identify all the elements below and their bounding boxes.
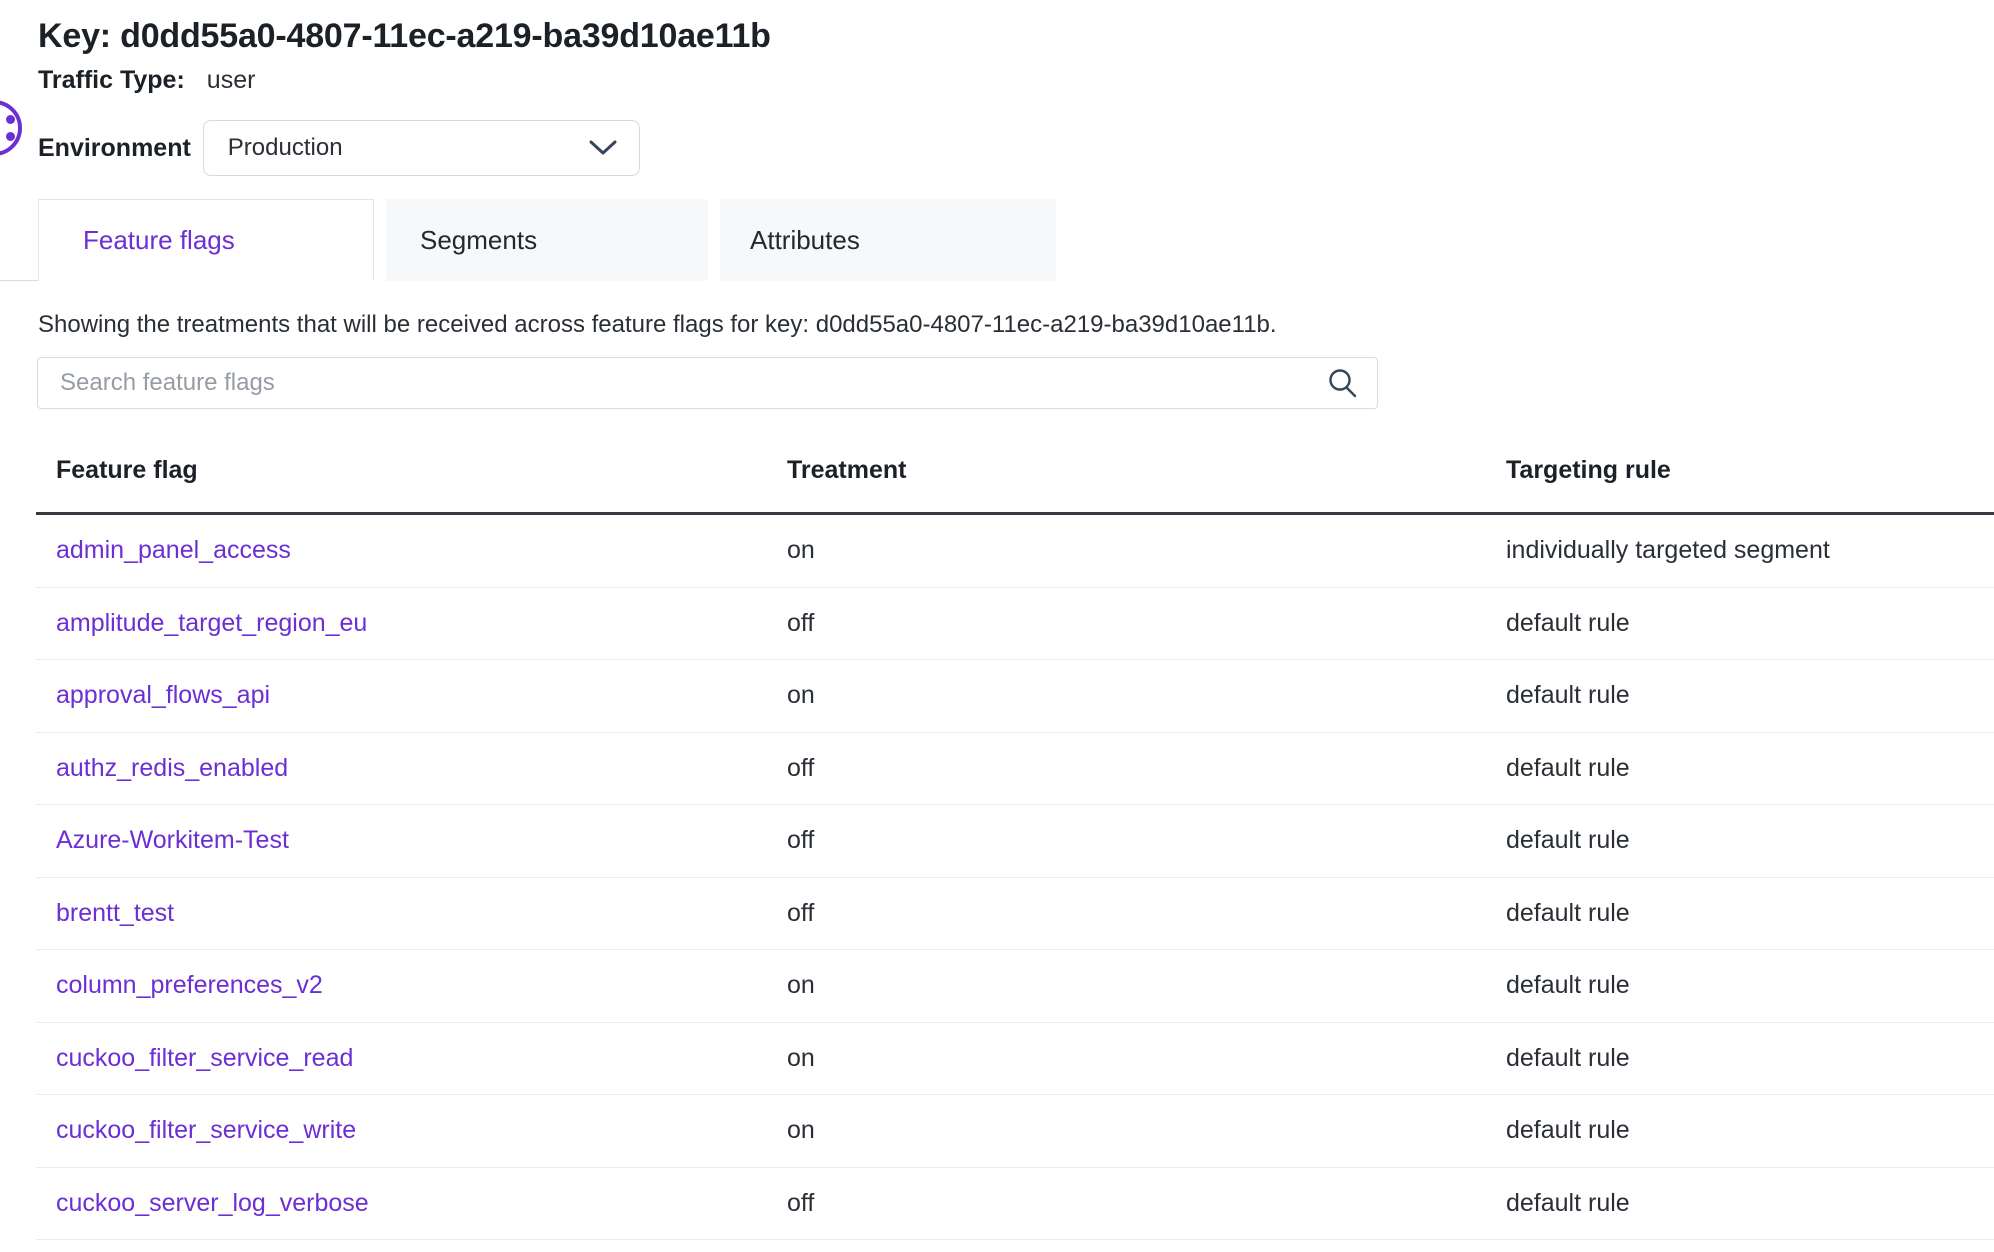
circle-dot-icon xyxy=(6,132,15,141)
treatment-value: off xyxy=(767,754,1486,783)
feature-flag-link[interactable]: brentt_test xyxy=(36,899,767,928)
environment-row: Environment Production xyxy=(38,120,1994,176)
targeting-rule-value: default rule xyxy=(1486,681,1994,710)
treatment-value: off xyxy=(767,826,1486,855)
feature-flag-link[interactable]: approval_flows_api xyxy=(36,681,767,710)
feature-flag-link[interactable]: authz_redis_enabled xyxy=(36,754,767,783)
tab-segments[interactable]: Segments xyxy=(386,199,708,281)
targeting-rule-value: default rule xyxy=(1486,971,1994,1000)
header: Key: d0dd55a0-4807-11ec-a219-ba39d10ae11… xyxy=(0,0,1994,176)
table-row: Azure-Workitem-Test off default rule xyxy=(36,805,1994,878)
feature-flag-link[interactable]: cuckoo_server_log_verbose xyxy=(36,1189,767,1218)
targeting-rule-value: default rule xyxy=(1486,1044,1994,1073)
tab-bar-baseline xyxy=(0,280,38,281)
targeting-rule-value: default rule xyxy=(1486,899,1994,928)
feature-flag-link[interactable]: admin_panel_access xyxy=(36,536,767,565)
attribution-debugger-page: Key: d0dd55a0-4807-11ec-a219-ba39d10ae11… xyxy=(0,0,1994,1252)
table-row: cuckoo_filter_service_write on default r… xyxy=(36,1095,1994,1168)
environment-select[interactable]: Production xyxy=(203,120,640,176)
table-row: column_preferences_v2 on default rule xyxy=(36,950,1994,1023)
targeting-rule-value: individually targeted segment xyxy=(1486,536,1994,565)
table-header-row: Feature flag Treatment Targeting rule xyxy=(36,409,1994,515)
search-box xyxy=(37,357,1378,409)
targeting-rule-value: default rule xyxy=(1486,826,1994,855)
table-row: brentt_test off default rule xyxy=(36,878,1994,951)
circle-dot-icon xyxy=(6,115,15,124)
feature-flag-link[interactable]: amplitude_target_region_eu xyxy=(36,609,767,638)
environment-label: Environment xyxy=(38,134,191,163)
feature-flags-table: Feature flag Treatment Targeting rule ad… xyxy=(36,409,1994,1240)
chevron-down-icon xyxy=(589,140,617,156)
tab-feature-flags[interactable]: Feature flags xyxy=(38,199,374,281)
results-description: Showing the treatments that will be rece… xyxy=(38,308,1994,341)
feature-flag-link[interactable]: column_preferences_v2 xyxy=(36,971,767,1000)
traffic-type-value: user xyxy=(207,66,256,94)
treatment-value: on xyxy=(767,1044,1486,1073)
table-row: approval_flows_api on default rule xyxy=(36,660,1994,733)
table-header-treatment: Treatment xyxy=(767,453,1486,487)
treatment-value: on xyxy=(767,971,1486,1000)
search-icon[interactable] xyxy=(1327,367,1358,398)
environment-selected-value: Production xyxy=(228,134,343,162)
targeting-rule-value: default rule xyxy=(1486,754,1994,783)
page-title: Key: d0dd55a0-4807-11ec-a219-ba39d10ae11… xyxy=(38,16,1994,56)
tab-attributes[interactable]: Attributes xyxy=(720,199,1056,281)
targeting-rule-value: default rule xyxy=(1486,1116,1994,1145)
table-row: cuckoo_server_log_verbose off default ru… xyxy=(36,1168,1994,1241)
table-header-feature-flag: Feature flag xyxy=(36,453,767,487)
treatment-value: on xyxy=(767,1116,1486,1145)
targeting-rule-value: default rule xyxy=(1486,609,1994,638)
treatment-value: off xyxy=(767,899,1486,928)
treatment-value: on xyxy=(767,536,1486,565)
feature-flag-link[interactable]: cuckoo_filter_service_read xyxy=(36,1044,767,1073)
table-header-targeting-rule: Targeting rule xyxy=(1486,453,1994,487)
table-row: cuckoo_filter_service_read on default ru… xyxy=(36,1023,1994,1096)
treatment-value: off xyxy=(767,609,1486,638)
traffic-type-row: Traffic Type: user xyxy=(38,64,1994,96)
tab-bar: Feature flags Segments Attributes xyxy=(0,199,1994,281)
table-row: amplitude_target_region_eu off default r… xyxy=(36,588,1994,661)
table-row: authz_redis_enabled off default rule xyxy=(36,733,1994,806)
feature-flag-link[interactable]: Azure-Workitem-Test xyxy=(36,826,767,855)
feature-flag-link[interactable]: cuckoo_filter_service_write xyxy=(36,1116,767,1145)
table-row: admin_panel_access on individually targe… xyxy=(36,515,1994,588)
targeting-rule-value: default rule xyxy=(1486,1189,1994,1218)
traffic-type-label: Traffic Type: xyxy=(38,66,185,94)
treatment-value: on xyxy=(767,681,1486,710)
search-input[interactable] xyxy=(37,357,1378,409)
treatment-value: off xyxy=(767,1189,1486,1218)
